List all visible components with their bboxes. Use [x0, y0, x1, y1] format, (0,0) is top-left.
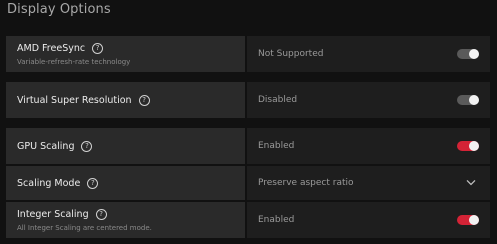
setting-value: Enabled: [258, 215, 295, 225]
help-icon[interactable]: ?: [92, 42, 104, 54]
help-icon[interactable]: ?: [95, 208, 107, 220]
setting-label-cell: AMD FreeSync ? Variable-refresh-rate tec…: [6, 36, 245, 72]
setting-value-cell: Not Supported: [247, 36, 490, 72]
setting-row-integer-scaling: Integer Scaling ? All Integer Scaling ar…: [6, 202, 490, 238]
setting-label-cell: Scaling Mode ?: [6, 166, 245, 200]
scaling-mode-dropdown[interactable]: Preserve aspect ratio: [247, 166, 490, 200]
gpu-scaling-toggle[interactable]: [457, 141, 479, 151]
setting-row-amd-freesync: AMD FreeSync ? Variable-refresh-rate tec…: [6, 36, 490, 72]
setting-label: GPU Scaling: [17, 140, 75, 152]
display-options-panel: AMD FreeSync ? Variable-refresh-rate tec…: [6, 36, 490, 238]
freesync-toggle[interactable]: [457, 49, 479, 59]
setting-value: Disabled: [258, 95, 298, 105]
toggle-knob: [469, 215, 479, 225]
chevron-down-icon: [466, 179, 476, 186]
toggle-knob: [469, 95, 479, 105]
integer-scaling-toggle[interactable]: [457, 215, 479, 225]
toggle-knob: [469, 141, 479, 151]
setting-description: Variable-refresh-rate technology: [17, 57, 131, 66]
toggle-knob: [469, 49, 479, 59]
setting-row-scaling-mode: Scaling Mode ? Preserve aspect ratio: [6, 166, 490, 200]
setting-label-cell: Integer Scaling ? All Integer Scaling ar…: [6, 202, 245, 238]
help-icon[interactable]: ?: [87, 177, 99, 189]
setting-value: Not Supported: [258, 49, 324, 59]
help-icon[interactable]: ?: [138, 94, 150, 106]
setting-description: All Integer Scaling are centered mode.: [17, 223, 152, 232]
setting-label: Virtual Super Resolution: [17, 94, 132, 106]
setting-value-cell: Enabled: [247, 202, 490, 238]
setting-label: Integer Scaling: [17, 208, 89, 220]
setting-value: Preserve aspect ratio: [258, 178, 354, 188]
setting-value: Enabled: [258, 141, 295, 151]
setting-label: Scaling Mode: [17, 177, 81, 189]
help-icon[interactable]: ?: [81, 140, 93, 152]
section-title: Display Options: [7, 2, 111, 17]
setting-label-cell: Virtual Super Resolution ?: [6, 82, 245, 118]
setting-label: AMD FreeSync: [17, 42, 86, 54]
setting-value-cell: Enabled: [247, 128, 490, 164]
setting-label-cell: GPU Scaling ?: [6, 128, 245, 164]
setting-row-gpu-scaling: GPU Scaling ? Enabled: [6, 128, 490, 164]
setting-value-cell: Disabled: [247, 82, 490, 118]
vsr-toggle[interactable]: [457, 95, 479, 105]
setting-row-virtual-super-resolution: Virtual Super Resolution ? Disabled: [6, 82, 490, 118]
